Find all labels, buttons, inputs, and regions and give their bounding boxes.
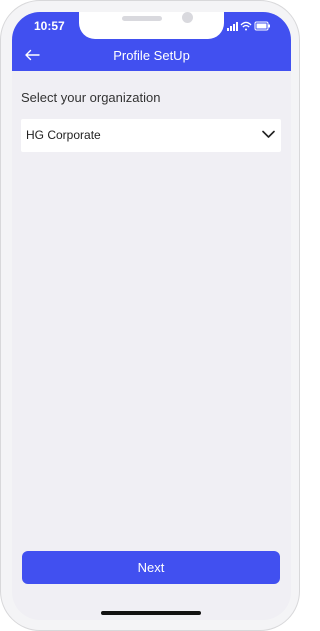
next-button[interactable]: Next: [22, 551, 280, 584]
phone-frame: 10:57 Profile SetUp Select your organiza…: [0, 0, 300, 631]
status-icons: [227, 21, 270, 31]
device-notch: [79, 12, 224, 39]
page-title: Profile SetUp: [113, 48, 190, 63]
wifi-icon: [240, 21, 252, 31]
status-time: 10:57: [34, 19, 65, 33]
speaker-grille: [122, 16, 162, 21]
app-screen: 10:57 Profile SetUp Select your organiza…: [12, 12, 291, 620]
organization-select[interactable]: HG Corporate: [21, 119, 281, 152]
home-indicator: [101, 611, 201, 615]
organization-label: Select your organization: [21, 90, 161, 105]
battery-icon: [254, 21, 270, 31]
chevron-down-icon: [262, 130, 275, 138]
front-camera: [182, 12, 193, 23]
signal-icon: [227, 22, 238, 31]
organization-selected-value: HG Corporate: [26, 128, 101, 142]
